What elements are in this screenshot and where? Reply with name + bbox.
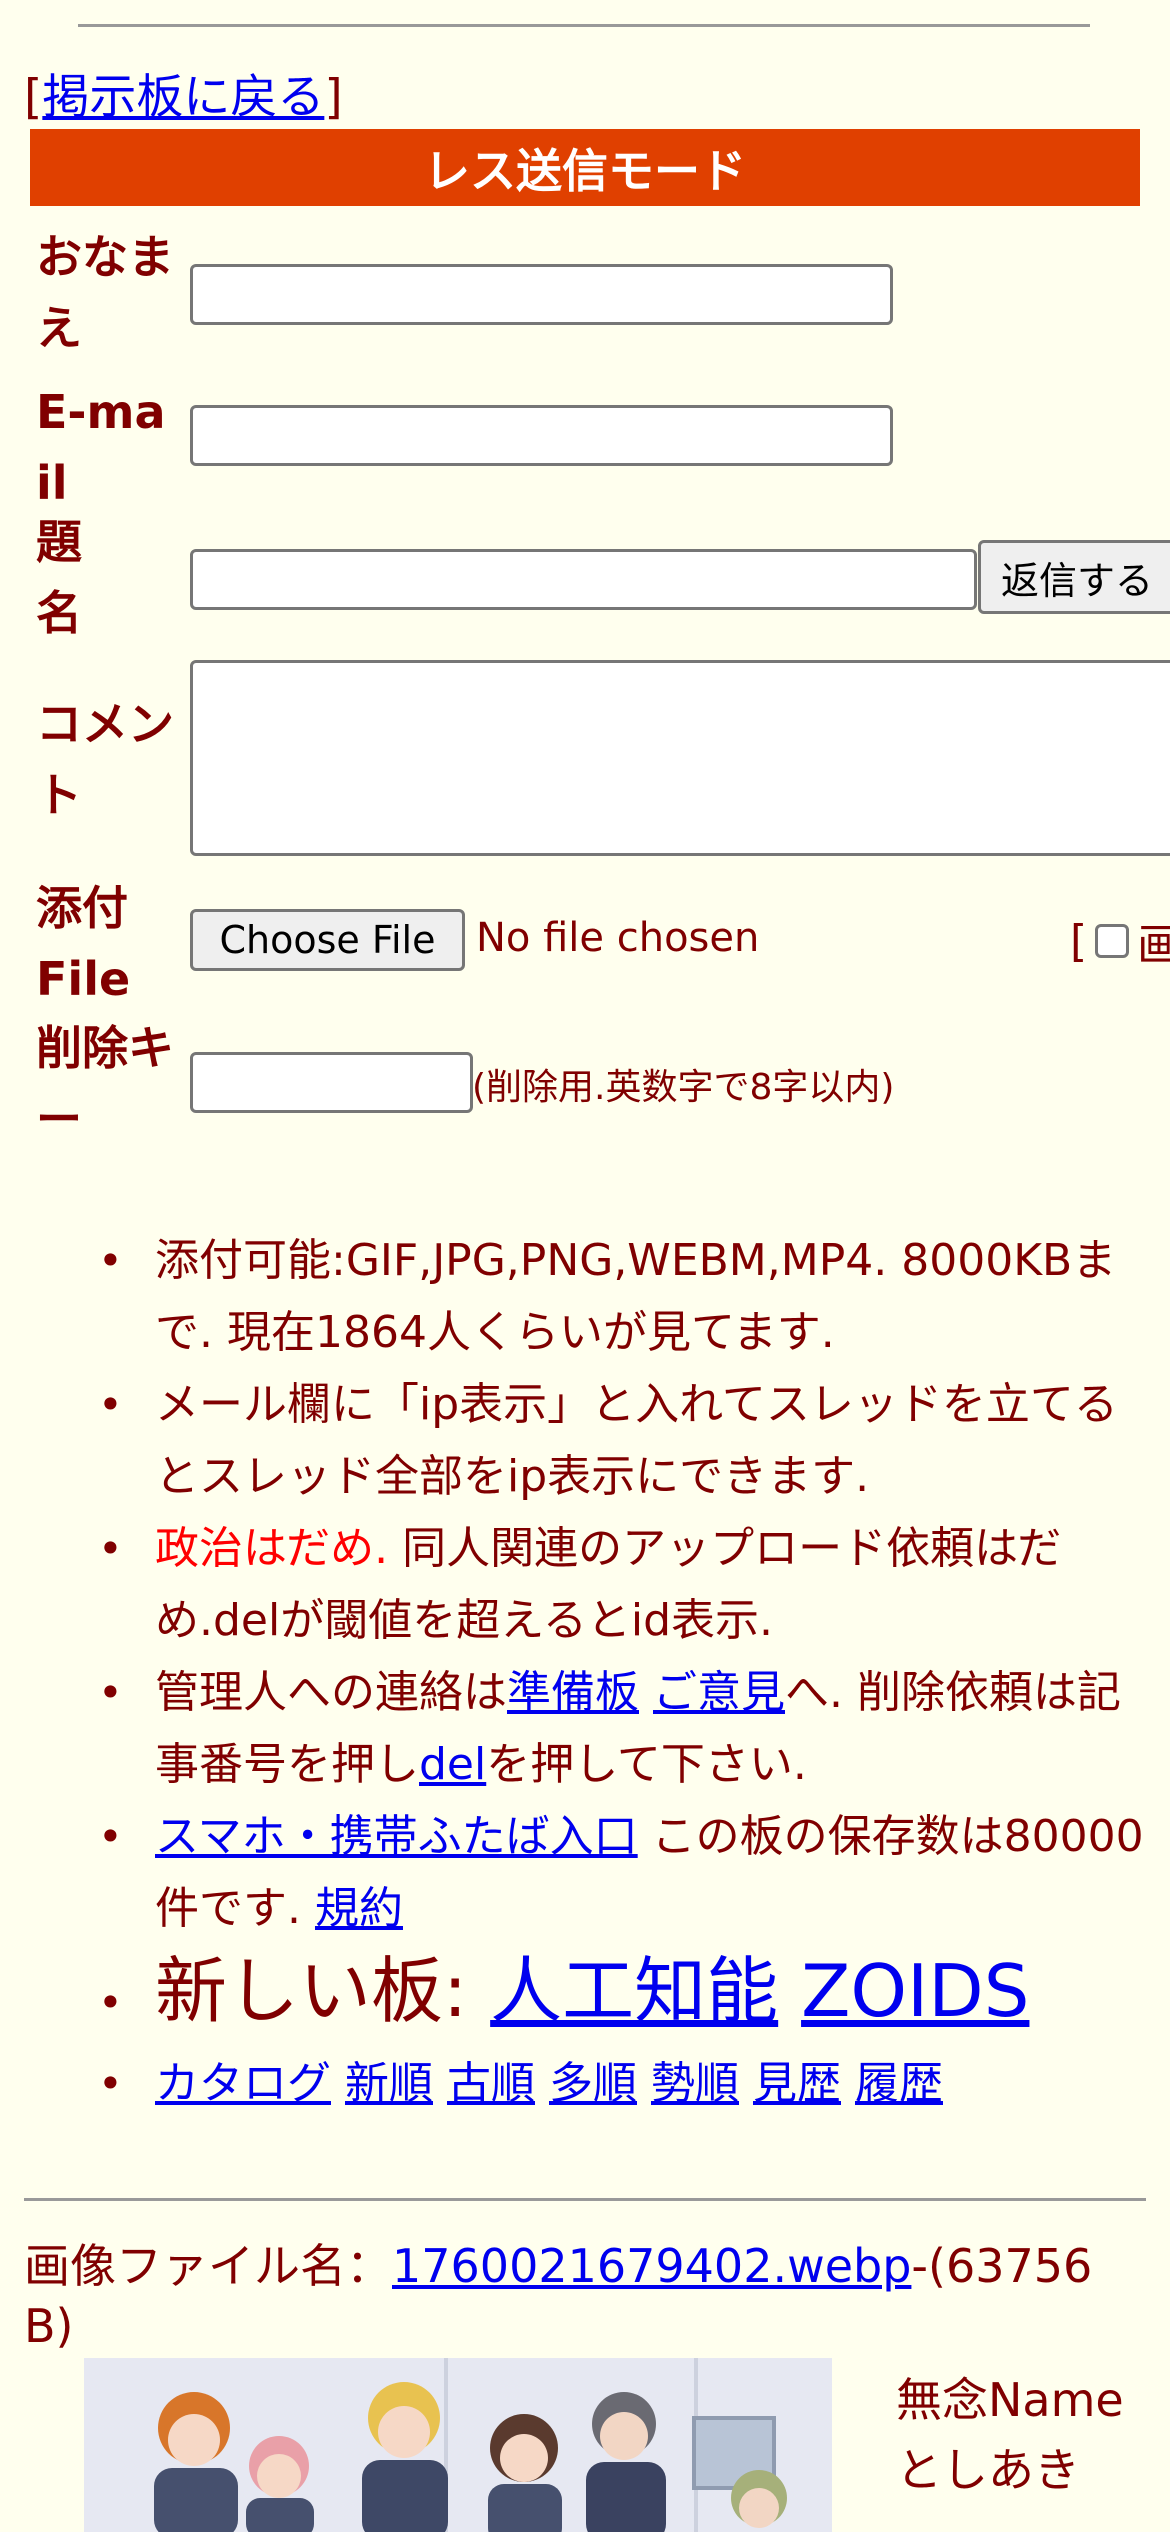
choose-file-button[interactable]: Choose File (190, 909, 465, 971)
list-item: スマホ・携帯ふたば入口 この板の保存数は80000件です. 規約 (0, 1801, 1170, 1945)
terms-link[interactable]: 規約 (315, 1883, 403, 1934)
subject-input[interactable] (190, 549, 977, 610)
delete-key-input[interactable] (190, 1052, 473, 1113)
post-author: 無念Name としあき (896, 2373, 1124, 2497)
junbi-board-link[interactable]: 準備板 (507, 1667, 639, 1718)
top-divider (78, 24, 1090, 27)
del-link[interactable]: del (419, 1739, 486, 1790)
list-item: 添付可能:GIF,JPG,PNG,WEBM,MP4. 8000KBまで. 現在1… (0, 1225, 1170, 1369)
file-label: 添付File (36, 881, 131, 1006)
email-label: E-mail (36, 385, 166, 510)
delete-key-label: 削除キー (36, 1021, 174, 1146)
thumbnail-illustration (84, 2358, 832, 2532)
post-thumbnail-image[interactable] (84, 2358, 832, 2532)
feedback-link[interactable]: ご意見 (653, 1667, 785, 1718)
post-file-info: 画像ファイル名：1760021679402.webp-(63756 B) (24, 2239, 1093, 2353)
list-item: 新しい板: 人工知能 ZOIDS (0, 1945, 1170, 2049)
board-rules-list: 添付可能:GIF,JPG,PNG,WEBM,MP4. 8000KBまで. 現在1… (0, 1225, 1170, 2120)
ai-board-link[interactable]: 人工知能 (490, 1949, 778, 2033)
reply-mode-banner: レス送信モード (30, 129, 1140, 206)
view-history-link[interactable]: 見歴 (753, 2058, 841, 2109)
file-status-text: No file chosen (476, 915, 760, 961)
name-input[interactable] (190, 264, 893, 325)
post-history-link[interactable]: 履歴 (855, 2058, 943, 2109)
zoids-board-link[interactable]: ZOIDS (801, 1949, 1029, 2033)
sort-old-link[interactable]: 古順 (447, 2058, 535, 2109)
email-input[interactable] (190, 405, 893, 466)
image-option: [ 画 (1070, 915, 1170, 972)
subject-label: 題名 (36, 515, 82, 640)
list-item: 政治はだめ. 同人関連のアップロード依頼はだめ.delが閾値を超えるとid表示. (0, 1513, 1170, 1657)
back-to-board: [掲示板に戻る] (24, 70, 343, 125)
delete-key-note: (削除用.英数字で8字以内) (472, 1067, 895, 1108)
catalog-link[interactable]: カタログ (155, 2058, 331, 2109)
name-label: おなまえ (36, 230, 174, 355)
list-item: カタログ 新順 古順 多順 勢順 見歴 履歴 (0, 2048, 1170, 2120)
post-file-link[interactable]: 1760021679402.webp (392, 2239, 911, 2293)
sort-momentum-link[interactable]: 勢順 (651, 2058, 739, 2109)
sort-new-link[interactable]: 新順 (345, 2058, 433, 2109)
back-to-board-link[interactable]: 掲示板に戻る (42, 70, 324, 125)
section-divider (24, 2198, 1146, 2201)
list-item: メール欄に「ip表示」と入れてスレッドを立てるとスレッド全部をip表示にできます… (0, 1369, 1170, 1513)
comment-textarea[interactable] (190, 660, 1170, 856)
list-item: 管理人への連絡は準備板 ご意見へ. 削除依頼は記事番号を押しdelを押して下さい… (0, 1657, 1170, 1801)
image-option-checkbox[interactable] (1095, 924, 1130, 958)
sort-many-link[interactable]: 多順 (549, 2058, 637, 2109)
mobile-entrance-link[interactable]: スマホ・携帯ふたば入口 (155, 1811, 638, 1862)
reply-submit-button[interactable]: 返信する (978, 540, 1170, 614)
comment-label: コメント (36, 697, 174, 822)
